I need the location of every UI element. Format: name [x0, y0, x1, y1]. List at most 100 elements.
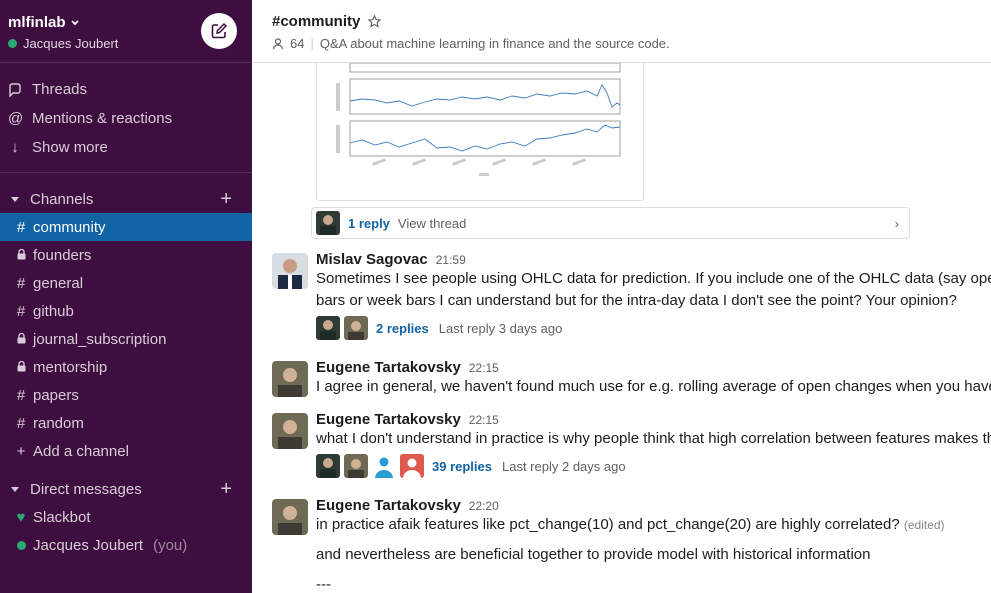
online-status-icon	[15, 537, 27, 554]
avatar[interactable]	[272, 361, 308, 397]
compose-icon	[211, 22, 228, 39]
channel-list: # community founders # general # github …	[0, 213, 252, 465]
hash-icon: #	[16, 414, 26, 432]
nav-mentions[interactable]: @ Mentions & reactions	[0, 104, 252, 133]
dm-item-self[interactable]: Jacques Joubert (you)	[0, 531, 252, 559]
nav-threads[interactable]: Threads	[0, 75, 252, 104]
message-author[interactable]: Eugene Tartakovsky	[316, 359, 461, 376]
channel-item-mentorship[interactable]: mentorship	[0, 353, 252, 381]
channel-name: journal_subscription	[33, 330, 167, 348]
dm-section-header[interactable]: Direct messages +	[0, 475, 252, 503]
channel-item-random[interactable]: # random	[0, 409, 252, 437]
add-channel-button[interactable]: + Add a channel	[0, 437, 252, 465]
message-text: in practice afaik features like pct_chan…	[316, 514, 991, 536]
thread-replies[interactable]: 39 replies Last reply 2 days ago	[316, 454, 991, 478]
online-status-icon	[8, 39, 17, 48]
thread-replies[interactable]: 2 replies Last reply 3 days ago	[316, 316, 991, 340]
channel-name: github	[33, 302, 74, 320]
channel-name: papers	[33, 386, 79, 404]
chevron-right-icon: ›	[894, 215, 899, 231]
channels-section-header[interactable]: Channels +	[0, 185, 252, 213]
current-user-name: Jacques Joubert	[23, 36, 119, 51]
avatar[interactable]	[272, 499, 308, 535]
avatar	[344, 454, 368, 478]
avatar	[372, 454, 396, 478]
add-dm-icon[interactable]: +	[220, 478, 232, 501]
channel-name: random	[33, 414, 84, 432]
dm-name: Jacques Joubert	[33, 536, 144, 554]
plot-image	[317, 63, 643, 200]
divider: |	[310, 36, 314, 51]
avatar	[316, 316, 340, 340]
heart-icon: ♥	[16, 508, 26, 526]
channel-name: mentorship	[33, 358, 108, 376]
channel-title[interactable]: #community	[272, 13, 360, 30]
channel-item-papers[interactable]: # papers	[0, 381, 252, 409]
chevron-down-icon	[70, 19, 79, 25]
message-item[interactable]: Eugene Tartakovsky 22:15 what I don't un…	[252, 411, 991, 491]
nav-show-more[interactable]: ↓ Show more	[0, 133, 252, 162]
message-text: Sometimes I see people using OHLC data f…	[316, 270, 991, 287]
caret-down-icon	[11, 487, 19, 492]
channel-item-github[interactable]: # github	[0, 297, 252, 325]
message-author[interactable]: Eugene Tartakovsky	[316, 411, 461, 428]
thread-summary-bar[interactable]: 1 reply View thread ›	[311, 207, 910, 239]
avatar	[400, 454, 424, 478]
last-reply-text: Last reply 2 days ago	[502, 458, 626, 474]
compose-button[interactable]	[201, 13, 237, 49]
channel-name: founders	[33, 246, 92, 264]
reply-count-link[interactable]: 2 replies	[376, 321, 429, 336]
message-item[interactable]: Mislav Sagovac 21:59 Sometimes I see peo…	[252, 251, 991, 351]
add-channel-icon[interactable]: +	[220, 188, 232, 211]
message-timestamp[interactable]: 22:15	[469, 413, 499, 427]
message-author[interactable]: Mislav Sagovac	[316, 251, 428, 268]
message-text-line: in practice afaik features like pct_chan…	[316, 516, 900, 533]
avatar[interactable]	[272, 413, 308, 449]
avatar	[316, 454, 340, 478]
nav-threads-label: Threads	[32, 81, 88, 98]
hash-icon: #	[16, 302, 26, 320]
channel-name: general	[33, 274, 84, 292]
lock-icon	[15, 247, 27, 264]
channel-topic[interactable]: Q&A about machine learning in finance an…	[320, 36, 670, 51]
channel-item-founders[interactable]: founders	[0, 241, 252, 269]
message-author[interactable]: Eugene Tartakovsky	[316, 497, 461, 514]
message-timestamp[interactable]: 22:15	[469, 361, 499, 375]
message-text: ---	[316, 576, 331, 593]
message-timestamp[interactable]: 21:59	[436, 253, 466, 267]
sidebar: mlfinlab Jacques Joubert Threads @ Menti…	[0, 0, 252, 593]
arrow-down-icon: ↓	[11, 139, 19, 156]
channel-item-community[interactable]: # community	[0, 213, 252, 241]
workspace-name-label: mlfinlab	[8, 14, 66, 31]
avatar[interactable]	[272, 253, 308, 289]
avatar	[344, 316, 368, 340]
hash-icon: #	[16, 218, 26, 236]
reply-count-link[interactable]: 1 reply	[348, 216, 390, 231]
dm-item-slackbot[interactable]: ♥ Slackbot	[0, 503, 252, 531]
message-item[interactable]: Eugene Tartakovsky 22:20 in practice afa…	[252, 497, 991, 593]
lock-icon	[15, 331, 27, 348]
nav-show-more-label: Show more	[32, 139, 108, 156]
message-timestamp[interactable]: 22:20	[469, 499, 499, 513]
message-text: what I don't understand in practice is w…	[316, 430, 991, 447]
message-text: bars or week bars I can understand but f…	[316, 292, 957, 309]
image-attachment[interactable]	[316, 63, 644, 201]
channel-item-journal-subscription[interactable]: journal_subscription	[0, 325, 252, 353]
channel-item-general[interactable]: # general	[0, 269, 252, 297]
dm-name: Slackbot	[33, 508, 91, 526]
channel-header: #community 64 | Q&A about machine learni…	[252, 0, 991, 63]
last-reply-text: Last reply 3 days ago	[438, 320, 563, 336]
message-text: I agree in general, we haven't found muc…	[316, 378, 991, 395]
star-icon[interactable]	[368, 15, 382, 28]
members-icon[interactable]	[272, 37, 284, 50]
channel-view: #community 64 | Q&A about machine learni…	[252, 0, 991, 593]
member-count[interactable]: 64	[290, 36, 304, 51]
you-label: (you)	[153, 536, 188, 554]
reply-count-link[interactable]: 39 replies	[432, 459, 492, 474]
channels-section-title: Channels	[30, 190, 94, 208]
hash-icon: #	[16, 386, 26, 404]
view-thread-link[interactable]: View thread	[398, 216, 466, 231]
message-item[interactable]: Eugene Tartakovsky 22:15 I agree in gene…	[252, 359, 991, 409]
add-channel-label: Add a channel	[33, 442, 129, 460]
workspace-header[interactable]: mlfinlab Jacques Joubert	[0, 0, 252, 63]
